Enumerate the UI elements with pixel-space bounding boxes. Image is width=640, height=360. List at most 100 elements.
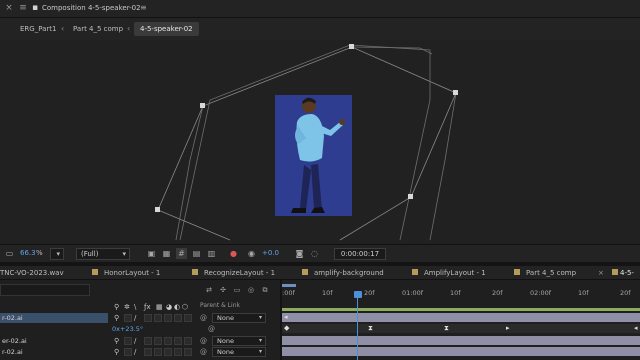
layer-row[interactable]: er-02.ai ⚲ / @ None ▾ — [0, 336, 280, 346]
parent-dropdown[interactable]: None ▾ — [212, 347, 266, 357]
keyframe-icon[interactable]: ▸ — [506, 324, 510, 333]
time-ruler[interactable]: :00f 10f 20f 01:00f 10f 20f 02:00f 10f 2… — [282, 284, 640, 302]
motion-blur-switch[interactable] — [164, 314, 172, 322]
rotation-value[interactable]: 0x+23.5° — [112, 324, 143, 334]
close-icon[interactable]: × — [598, 266, 604, 280]
keyframe-icon[interactable]: ⧗ — [444, 324, 449, 333]
tab-recognizelayout[interactable]: RecognizeLayout - 1 — [192, 266, 275, 280]
grid-guides-icon[interactable]: # — [176, 248, 187, 259]
layer-name[interactable]: er-02.ai — [0, 336, 108, 346]
exposure-value[interactable]: +0.0 — [262, 249, 279, 257]
layer-search-input[interactable] — [0, 284, 90, 296]
playhead-handle[interactable] — [354, 291, 362, 298]
adjustment-switch[interactable] — [174, 337, 182, 345]
breadcrumb: ERG_Part1 ‹ Part 4_5 comp ‹ 4-5-speaker-… — [0, 18, 640, 40]
effects-switch[interactable] — [144, 314, 152, 322]
motion-blur-switch[interactable] — [164, 348, 172, 356]
breadcrumb-part-4-5-comp[interactable]: Part 4_5 comp — [73, 22, 123, 36]
layer-row[interactable]: r-02.ai ⚲ / @ None ▾ — [0, 313, 280, 323]
mask-visibility-icon[interactable]: ▤ — [191, 248, 202, 259]
keyframe-icon[interactable]: ◂ — [634, 324, 638, 333]
rotation-property-row: 0x+23.5° @ — [0, 324, 280, 334]
parent-dropdown[interactable]: None ▾ — [212, 336, 266, 346]
effects-switch[interactable] — [144, 348, 152, 356]
draft-3d-icon[interactable]: ✣ — [218, 285, 228, 295]
3d-layer-switch[interactable] — [184, 348, 192, 356]
effects-switch[interactable] — [144, 337, 152, 345]
show-snapshot-icon[interactable]: ◌ — [309, 248, 320, 259]
breadcrumb-4-5-speaker-02[interactable]: 4-5-speaker-02 — [134, 22, 199, 36]
collapse-switch[interactable] — [124, 337, 132, 345]
motion-blur-icon[interactable]: ◎ — [246, 285, 256, 295]
collapse-switch[interactable] — [124, 314, 132, 322]
color-channels-icon[interactable]: ● — [228, 248, 239, 259]
parent-dropdown[interactable]: None ▾ — [212, 313, 266, 323]
layer-row[interactable]: r-02.ai ⚲ / @ None ▾ — [0, 347, 280, 357]
comp-flowchart-icon[interactable]: ⇄ — [204, 285, 214, 295]
keyframe-icon[interactable]: ◂ — [284, 313, 288, 322]
tab-tnc-vo-2023[interactable]: TNC-VO-2023.wav — [0, 266, 64, 280]
quality-switch-icon[interactable]: / — [134, 347, 136, 357]
tab-honorlayout[interactable]: HonorLayout - 1 — [92, 266, 160, 280]
exposure-reset-icon[interactable]: ◉ — [246, 248, 257, 259]
pickwhip-icon[interactable]: @ — [200, 336, 207, 346]
parent-value: None — [217, 337, 234, 345]
speaker-character[interactable] — [275, 95, 352, 216]
keyframe-icon[interactable]: ⧗ — [368, 324, 373, 333]
layer-duration-bar[interactable] — [282, 347, 640, 356]
layer-duration-bar[interactable]: ◂ — [282, 313, 640, 322]
pickwhip-icon[interactable]: @ — [200, 347, 207, 357]
pickwhip-icon[interactable]: @ — [200, 313, 207, 323]
tab-part-4-5-comp[interactable]: Part 4_5 comp — [514, 266, 576, 280]
composition-title: Composition 4-5-speaker-02 — [42, 4, 141, 12]
region-of-interest-icon[interactable]: ▣ — [146, 248, 157, 259]
layer-name[interactable]: r-02.ai — [0, 313, 108, 323]
motion-blur-switch[interactable] — [164, 337, 172, 345]
tab-4-5-speaker[interactable]: 4-5- — [612, 266, 634, 280]
3d-layer-switch[interactable] — [184, 337, 192, 345]
frame-blend-switch[interactable] — [154, 314, 162, 322]
shy-switch-icon[interactable]: ⚲ — [114, 313, 119, 323]
timeline-tabs: TNC-VO-2023.wav HonorLayout - 1 Recogniz… — [0, 266, 640, 280]
composition-viewer[interactable] — [0, 40, 640, 244]
ruler-tick-label: 20f — [620, 289, 631, 297]
current-time-field[interactable]: 0:00:00:17 — [334, 248, 386, 260]
layer-duration-bar[interactable] — [282, 308, 640, 311]
lock-icon[interactable]: ▪ — [30, 3, 40, 13]
graph-editor-icon[interactable]: ⧉ — [260, 285, 270, 295]
close-icon[interactable]: × — [4, 3, 14, 13]
ruler-tick-label: 20f — [364, 289, 375, 297]
adjustment-switch[interactable] — [174, 314, 182, 322]
quality-switch-icon[interactable]: / — [134, 313, 136, 323]
zoom-unit: % — [36, 249, 43, 257]
resolution-dropdown[interactable]: (Full) ▾ — [76, 248, 130, 260]
camera-snapshot-icon[interactable]: ◙ — [294, 248, 305, 259]
transparency-grid-icon[interactable]: ▦ — [161, 248, 172, 259]
tab-label: amplify-background — [314, 269, 384, 277]
always-preview-icon[interactable]: ▭ — [4, 248, 15, 259]
3d-switch-icon: ⬡ — [182, 303, 189, 311]
quality-switch-icon[interactable]: / — [134, 336, 136, 346]
zoom-value[interactable]: 66.3 — [20, 249, 36, 257]
ruler-tick-label: 01:00f — [402, 289, 424, 297]
zoom-dropdown[interactable]: ▾ — [50, 248, 64, 260]
menu-icon[interactable]: ≡ — [18, 3, 28, 13]
pickwhip-icon[interactable]: @ — [208, 324, 215, 334]
tab-amplifylayout[interactable]: AmplifyLayout - 1 — [412, 266, 486, 280]
keyframe-icon[interactable]: ◆ — [284, 324, 289, 333]
shy-switch-icon[interactable]: ⚲ — [114, 347, 119, 357]
3d-layer-switch[interactable] — [184, 314, 192, 322]
adjustment-switch[interactable] — [174, 348, 182, 356]
shy-layers-icon[interactable]: ▭ — [232, 285, 242, 295]
tab-amplify-background[interactable]: amplify-background — [302, 266, 384, 280]
composition-swatch — [514, 269, 520, 275]
frame-blend-switch[interactable] — [154, 337, 162, 345]
collapse-switch[interactable] — [124, 348, 132, 356]
3d-view-icon[interactable]: ▥ — [206, 248, 217, 259]
shy-switch-icon[interactable]: ⚲ — [114, 336, 119, 346]
panel-menu-icon[interactable]: ≡ — [140, 3, 147, 12]
frame-blend-switch[interactable] — [154, 348, 162, 356]
layer-name[interactable]: r-02.ai — [0, 347, 108, 357]
breadcrumb-erg-part1[interactable]: ERG_Part1 — [20, 22, 56, 36]
layer-duration-bar[interactable] — [282, 336, 640, 345]
